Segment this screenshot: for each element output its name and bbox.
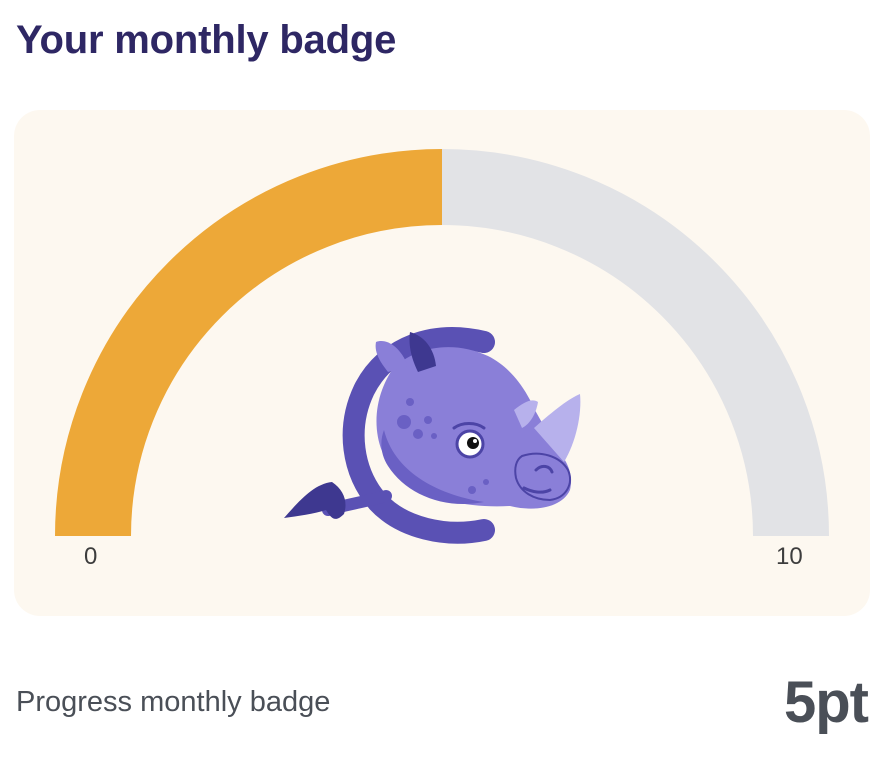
progress-label: Progress monthly badge	[16, 686, 331, 718]
progress-value: 5pt	[784, 670, 869, 735]
badge-gauge-card: 0 10	[14, 110, 870, 616]
progress-gauge	[55, 149, 829, 544]
gauge-min-label: 0	[84, 543, 98, 570]
rhino-mascot-icon	[284, 327, 581, 544]
gauge-max-label: 10	[776, 543, 803, 570]
page-title: Your monthly badge	[16, 18, 397, 62]
